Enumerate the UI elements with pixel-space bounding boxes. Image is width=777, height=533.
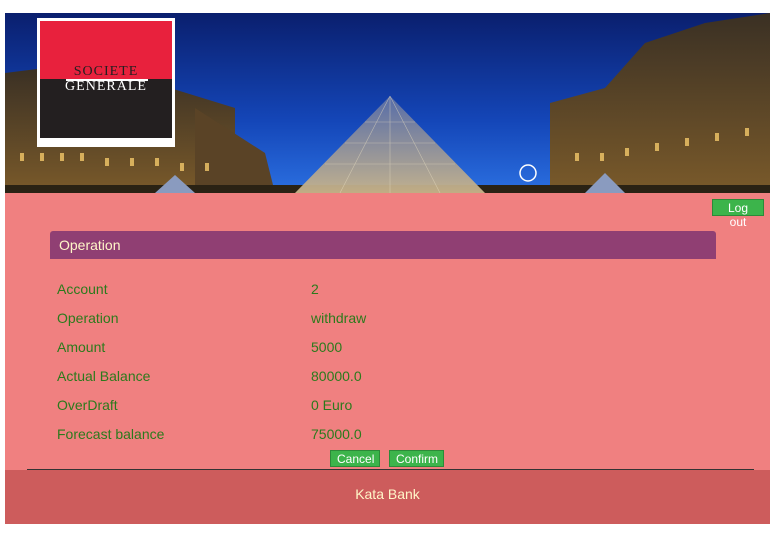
- operation-panel-header: Operation: [50, 231, 716, 259]
- detail-label-overdraft: OverDraft: [57, 397, 118, 413]
- panel-title: Operation: [59, 237, 121, 253]
- detail-value-account: 2: [311, 281, 319, 297]
- header-banner: SOCIETE GENERALE: [5, 13, 770, 193]
- detail-value-forecast-balance: 75000.0: [311, 426, 362, 442]
- detail-label-actual-balance: Actual Balance: [57, 368, 151, 384]
- footer: Kata Bank: [5, 470, 770, 524]
- logo-text-line1: SOCIETE: [73, 64, 139, 79]
- detail-label-account: Account: [57, 281, 108, 297]
- cancel-button[interactable]: Cancel: [330, 450, 380, 467]
- detail-label-amount: Amount: [57, 339, 106, 355]
- detail-value-overdraft: 0 Euro: [311, 397, 353, 413]
- footer-divider: [27, 469, 754, 470]
- detail-label-operation: Operation: [57, 310, 119, 326]
- logout-button[interactable]: Log out: [712, 199, 764, 229]
- footer-text: Kata Bank: [355, 486, 420, 502]
- confirm-button[interactable]: Confirm: [389, 450, 444, 467]
- detail-value-operation: withdraw: [311, 310, 367, 326]
- detail-value-actual-balance: 80000.0: [311, 368, 362, 384]
- detail-value-amount: 5000: [311, 339, 343, 355]
- detail-label-forecast-balance: Forecast balance: [57, 426, 165, 442]
- logo-text-line2: GENERALE: [65, 79, 147, 94]
- main-content: Log out Operation Account 2 Operation wi…: [5, 193, 770, 470]
- societe-generale-logo: SOCIETE GENERALE: [37, 18, 175, 147]
